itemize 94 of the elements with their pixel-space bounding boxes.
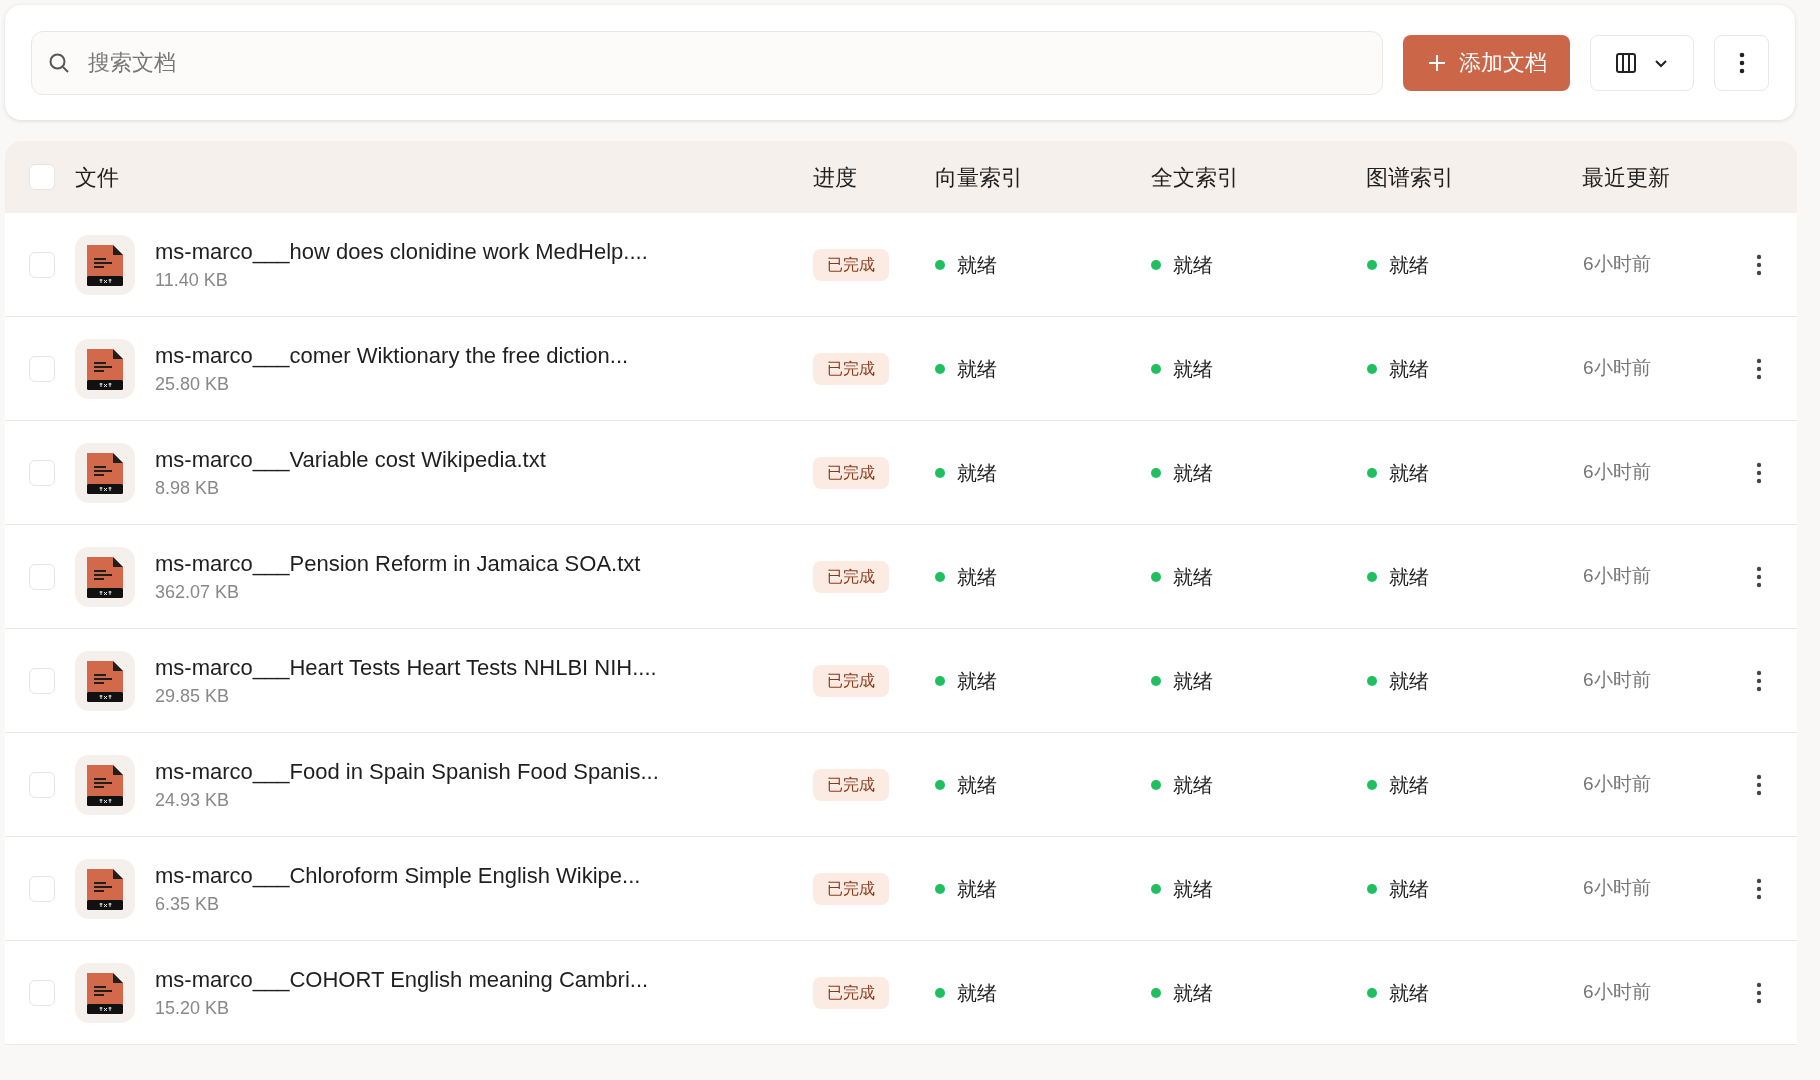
updated-time: 6小时前 [1583, 877, 1651, 899]
progress-badge: 已完成 [813, 352, 889, 385]
txt-file-icon [75, 338, 135, 399]
file-name[interactable]: ms-marco___Chloroform Simple English Wikipe... [155, 860, 641, 891]
plus-icon [1426, 52, 1447, 73]
file-size: 11.40 KB [155, 268, 229, 292]
txt-file-icon [75, 546, 135, 607]
column-header: 最近更新 [1582, 164, 1670, 190]
status-text: 就绪 [1389, 356, 1429, 382]
columns-icon [1615, 51, 1637, 74]
status-text: 就绪 [957, 252, 997, 278]
file-name[interactable]: ms-marco___how does clonidine work MedHelp.... [155, 236, 648, 267]
more-icon [1756, 565, 1762, 588]
more-button[interactable] [1714, 34, 1769, 91]
status-text: 就绪 [957, 876, 997, 902]
more-icon [1756, 461, 1762, 484]
status-text: 就绪 [1389, 980, 1429, 1006]
column-header: 向量索引 [935, 164, 1023, 190]
columns-button[interactable] [1590, 34, 1694, 91]
file-size: 8.98 KB [155, 476, 221, 500]
status-text: 就绪 [1173, 564, 1213, 590]
progress-badge: 已完成 [813, 976, 889, 1009]
progress-badge: 已完成 [813, 248, 889, 281]
status-text: 就绪 [1173, 356, 1213, 382]
more-icon [1756, 773, 1762, 796]
progress-badge: 已完成 [813, 560, 889, 593]
txt-file-icon [75, 442, 135, 503]
column-header: 图谱索引 [1366, 164, 1454, 190]
progress-badge: 已完成 [813, 768, 889, 801]
updated-time: 6小时前 [1583, 461, 1651, 483]
progress-badge: 已完成 [813, 456, 889, 489]
file-name[interactable]: ms-marco___Food in Spain Spanish Food Spanis... [155, 756, 659, 787]
search-field[interactable]: 搜索文档 [31, 30, 1383, 95]
txt-file-icon [75, 858, 135, 919]
checkbox[interactable] [29, 459, 55, 486]
status-text: 就绪 [957, 564, 997, 590]
column-header: 全文索引 [1151, 164, 1239, 190]
progress-badge: 已完成 [813, 872, 889, 905]
status-text: 就绪 [1173, 876, 1213, 902]
status-text: 就绪 [957, 356, 997, 382]
status-text: 就绪 [957, 668, 997, 694]
checkbox[interactable] [29, 667, 55, 694]
status-text: 就绪 [1173, 460, 1213, 486]
checkbox[interactable] [29, 164, 55, 190]
status-text: 就绪 [1173, 252, 1213, 278]
updated-time: 6小时前 [1583, 565, 1651, 587]
checkbox[interactable] [29, 771, 55, 798]
status-text: 就绪 [957, 772, 997, 798]
more-icon [1756, 981, 1762, 1004]
file-name[interactable]: ms-marco___Pension Reform in Jamaica SOA.txt [155, 548, 641, 579]
checkbox[interactable] [29, 355, 55, 382]
status-text: 就绪 [1173, 980, 1213, 1006]
txt-file-icon [75, 650, 135, 711]
checkbox[interactable] [29, 251, 55, 278]
file-name[interactable]: ms-marco___comer Wiktionary the free diction... [155, 340, 629, 371]
more-icon [1756, 669, 1762, 692]
file-size: 24.93 KB [155, 788, 231, 812]
status-text: 就绪 [1389, 876, 1429, 902]
txt-file-icon [75, 754, 135, 815]
updated-time: 6小时前 [1583, 669, 1651, 691]
file-size: 362.07 KB [155, 580, 241, 604]
add-document-button[interactable]: 添加文档 [1403, 34, 1570, 91]
status-text: 就绪 [1389, 460, 1429, 486]
txt-file-icon [75, 234, 135, 295]
file-name[interactable]: ms-marco___Variable cost Wikipedia.txt [155, 444, 546, 475]
status-text: 就绪 [1389, 668, 1429, 694]
updated-time: 6小时前 [1583, 357, 1651, 379]
file-size: 29.85 KB [155, 684, 231, 708]
progress-badge: 已完成 [813, 664, 889, 697]
file-size: 15.20 KB [155, 996, 231, 1020]
file-size: 6.35 KB [155, 892, 221, 916]
file-name[interactable]: ms-marco___Heart Tests Heart Tests NHLBI NIH.... [155, 652, 657, 683]
more-icon [1738, 51, 1745, 74]
more-icon [1756, 253, 1762, 276]
more-icon [1756, 877, 1762, 900]
checkbox[interactable] [29, 563, 55, 590]
updated-time: 6小时前 [1583, 981, 1651, 1003]
checkbox[interactable] [29, 979, 55, 1006]
status-text: 就绪 [1173, 668, 1213, 694]
file-size: 25.80 KB [155, 372, 231, 396]
status-text: 就绪 [957, 460, 997, 486]
status-text: 就绪 [1389, 772, 1429, 798]
more-icon [1756, 357, 1762, 380]
status-text: 就绪 [957, 980, 997, 1006]
column-header: 文件 [75, 164, 119, 190]
status-text: 就绪 [1389, 252, 1429, 278]
updated-time: 6小时前 [1583, 773, 1651, 795]
txt-file-icon [75, 962, 135, 1023]
column-header: 进度 [813, 164, 857, 190]
status-text: 就绪 [1389, 564, 1429, 590]
status-text: 就绪 [1173, 772, 1213, 798]
file-name[interactable]: ms-marco___COHORT English meaning Cambri... [155, 964, 649, 995]
updated-time: 6小时前 [1583, 253, 1651, 275]
checkbox[interactable] [29, 875, 55, 902]
